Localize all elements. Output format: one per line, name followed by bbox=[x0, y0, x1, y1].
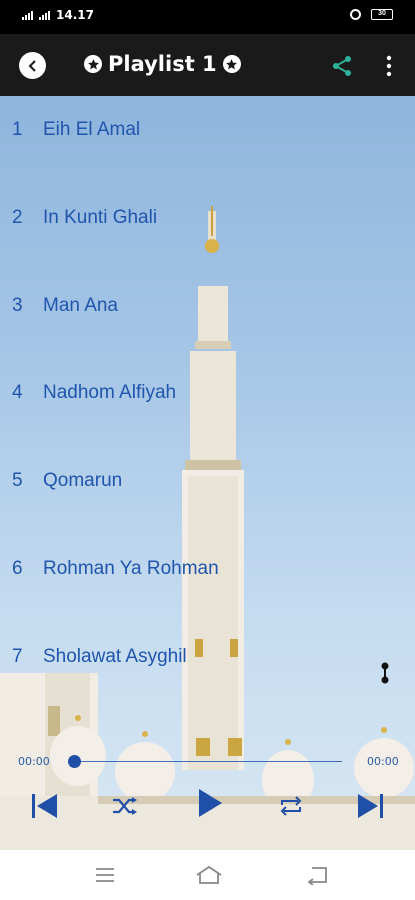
home-icon[interactable] bbox=[195, 865, 223, 885]
current-time: 00:00 bbox=[18, 755, 50, 768]
more-vert-icon[interactable] bbox=[382, 54, 396, 78]
seek-thumb[interactable] bbox=[68, 755, 81, 768]
track-title: Nadhom Alfiyah bbox=[43, 382, 177, 403]
play-button[interactable] bbox=[197, 788, 223, 818]
track-number: 1 bbox=[12, 119, 23, 140]
skip-previous-icon bbox=[32, 794, 57, 818]
share-icon[interactable] bbox=[330, 54, 354, 78]
track-title: Man Ana bbox=[43, 295, 118, 316]
skip-next-icon bbox=[358, 794, 383, 818]
back-icon bbox=[28, 59, 36, 72]
track-title: In Kunti Ghali bbox=[43, 207, 158, 228]
track-title: Qomarun bbox=[43, 470, 123, 491]
list-item[interactable]: 5 Qomarun bbox=[0, 451, 300, 511]
track-number: 3 bbox=[12, 295, 23, 316]
shuffle-button[interactable] bbox=[112, 796, 138, 816]
status-time: 14.17 bbox=[56, 8, 94, 22]
skip-next-button[interactable] bbox=[357, 793, 385, 819]
status-bar: 14.17 30 bbox=[0, 0, 415, 34]
track-title: Eih El Amal bbox=[43, 119, 141, 140]
system-nav-bar bbox=[0, 850, 415, 900]
scroll-indicator-icon[interactable] bbox=[381, 661, 389, 685]
app-bar: Playlist 1 bbox=[0, 34, 415, 96]
shuffle-icon bbox=[113, 797, 137, 815]
signal-icon bbox=[22, 10, 33, 20]
back-nav-icon[interactable] bbox=[306, 865, 328, 885]
track-title: Rohman Ya Rohman bbox=[43, 558, 219, 579]
title-wrap: Playlist 1 bbox=[84, 52, 241, 76]
back-button[interactable] bbox=[19, 52, 46, 79]
star-icon-right bbox=[222, 55, 241, 73]
track-number: 2 bbox=[12, 207, 23, 228]
track-number: 5 bbox=[12, 470, 23, 491]
star-icon bbox=[84, 55, 102, 73]
battery-icon: 30 bbox=[371, 9, 393, 20]
recent-apps-icon[interactable] bbox=[95, 865, 115, 885]
seek-bar[interactable] bbox=[70, 761, 342, 762]
track-number: 4 bbox=[12, 382, 23, 403]
signal-icon-2 bbox=[39, 10, 50, 20]
list-item[interactable]: 1 Eih El Amal bbox=[0, 100, 300, 160]
track-number: 6 bbox=[12, 558, 23, 579]
track-number: 7 bbox=[12, 646, 23, 667]
skip-previous-button[interactable] bbox=[30, 793, 58, 819]
status-left: 14.17 bbox=[22, 8, 94, 22]
alarm-icon bbox=[350, 9, 361, 20]
repeat-icon bbox=[280, 796, 302, 816]
main-content: 1 Eih El Amal 2 In Kunti Ghali 3 Man Ana… bbox=[0, 96, 415, 850]
repeat-button[interactable] bbox=[279, 795, 303, 817]
page-title: Playlist 1 bbox=[108, 52, 217, 76]
track-title: Sholawat Asyghil bbox=[43, 646, 187, 667]
total-time: 00:00 bbox=[367, 755, 399, 768]
list-item[interactable]: 2 In Kunti Ghali bbox=[0, 188, 300, 248]
list-item[interactable]: 4 Nadhom Alfiyah bbox=[0, 363, 300, 423]
play-icon bbox=[199, 789, 222, 817]
status-right: 30 bbox=[350, 9, 393, 20]
list-item[interactable]: 3 Man Ana bbox=[0, 276, 300, 336]
list-item[interactable]: 7 Sholawat Asyghil bbox=[0, 627, 300, 687]
list-item[interactable]: 6 Rohman Ya Rohman bbox=[0, 539, 300, 599]
